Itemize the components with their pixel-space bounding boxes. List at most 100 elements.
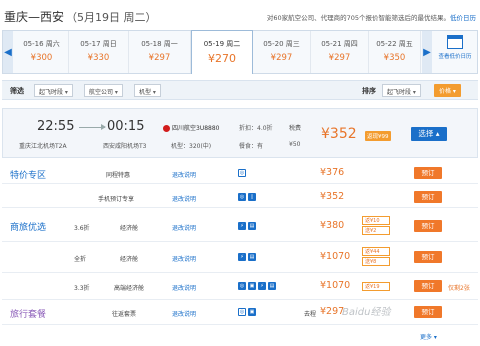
- row-price: ¥380: [320, 220, 345, 231]
- row-price: ¥1070: [320, 251, 351, 262]
- select-button[interactable]: 选择 ▴: [411, 127, 447, 141]
- service-icons: ◎: [238, 168, 248, 177]
- calendar-button[interactable]: 查看低价日历: [433, 31, 477, 73]
- refund-rules-link[interactable]: 退改说明: [172, 194, 196, 203]
- table-row: 特价专区 同程特惠 退改说明 ◎ ¥376 预订: [2, 162, 478, 184]
- refund-rules-link[interactable]: 退改说明: [172, 283, 196, 292]
- low-price-calendar-link[interactable]: 低价日历: [450, 14, 476, 22]
- date-tab[interactable]: 05-22 周五 ¥350: [369, 31, 421, 73]
- flight-summary: 22:55 00:15 重庆江北机场T2A 西安咸阳机场T3 四川航空3U888…: [2, 108, 478, 158]
- invoice-icon: ▤: [268, 282, 276, 290]
- lowest-price: ¥352: [321, 126, 357, 142]
- cashback-tags: 返¥10 送¥2: [362, 216, 390, 236]
- invoice-icon: ▤: [248, 253, 256, 261]
- ticket-icon: ◎: [238, 193, 246, 201]
- refund-rules-link[interactable]: 退改说明: [172, 254, 196, 263]
- bolt-icon: ⚡: [258, 282, 266, 290]
- date-tab-selected[interactable]: 05-19 周二 ¥270: [191, 30, 253, 74]
- date-tab[interactable]: 05-21 周四 ¥297: [311, 31, 369, 73]
- prev-dates-arrow-icon[interactable]: ◀: [3, 31, 13, 73]
- cashback-tags: 返¥44 送¥8: [362, 247, 390, 267]
- sort-label: 排序: [362, 87, 376, 95]
- sort-dropdown[interactable]: 起飞时段: [382, 84, 421, 97]
- refund-rules-link[interactable]: 退改说明: [172, 170, 196, 179]
- insurance-icon: ◎: [238, 169, 246, 177]
- table-row: 全折 经济舱 退改说明 ⚡ ▤ ¥1070 返¥44 送¥8 预订: [2, 243, 478, 273]
- service-icons: ◎ ▣: [238, 307, 258, 316]
- book-button[interactable]: 预订: [414, 251, 442, 263]
- airline-name: 四川航空3U8880: [163, 123, 219, 132]
- date-tab[interactable]: 05-16 周六 ¥300: [15, 31, 69, 73]
- tax-label: 税费: [289, 125, 302, 132]
- aircraft-type-link[interactable]: 机型：320(中): [171, 141, 211, 150]
- depart-time-dropdown[interactable]: 起飞时段: [34, 84, 73, 97]
- row-price: ¥352: [320, 191, 345, 202]
- route-date: （5月19日 周二）: [66, 11, 157, 24]
- row-price: ¥376: [320, 167, 345, 178]
- route-title: 重庆—西安: [4, 10, 65, 24]
- service-icons: ◎ ▯: [238, 192, 258, 201]
- filter-bar: 筛选 起飞时段 航空公司 机型 排序 起飞时段 价格 ▾: [2, 80, 478, 100]
- business-zone-title: 商旅优选: [10, 223, 47, 233]
- invoice-icon: ▤: [248, 222, 256, 230]
- departure-airport: 重庆江北机场T2A: [19, 143, 67, 150]
- sichuan-airlines-logo-icon: [163, 125, 170, 132]
- discount-value: 折扣：4.0折: [239, 125, 273, 132]
- discount: 全折: [74, 256, 87, 263]
- more-link[interactable]: 更多 ▾: [420, 332, 437, 341]
- cabin-class: 经济舱: [120, 256, 139, 263]
- refund-rules-link[interactable]: 退改说明: [172, 223, 196, 232]
- arrival-airport: 西安咸阳机场T3: [103, 143, 147, 150]
- ticket-icon: ▣: [248, 282, 256, 290]
- date-tab[interactable]: 05-18 周一 ¥297: [129, 31, 191, 73]
- service-icons: ◎ ▣ ⚡ ▤: [238, 281, 278, 290]
- date-tab[interactable]: 05-20 周三 ¥297: [253, 31, 311, 73]
- header-note: 对60家航空公司、代理商的705个报价智能筛选后的最优结果。低价日历: [266, 14, 476, 22]
- cabin-class: 经济舱: [120, 225, 139, 232]
- book-button[interactable]: 预订: [414, 306, 442, 318]
- table-row: 旅行套餐 往返套票 退改说明 ◎ ▣ 去程 ¥297 预订: [2, 301, 478, 325]
- special-zone-title: 特价专区: [10, 171, 47, 181]
- travel-package-title: 旅行套餐: [10, 310, 47, 320]
- book-button[interactable]: 预订: [414, 280, 442, 292]
- airline-dropdown[interactable]: 航空公司: [84, 84, 123, 97]
- service-icons: ⚡ ▤: [238, 252, 258, 261]
- seats-left-label: 仅剩2张: [448, 285, 470, 292]
- bolt-icon: ⚡: [238, 222, 246, 230]
- cashback-badge: 返现¥99: [365, 131, 391, 141]
- table-row: 3.3折 高端经济舱 退改说明 ◎ ▣ ⚡ ▤ ¥1070 返¥19 预订 仅剩2张: [2, 274, 478, 300]
- bolt-icon: ⚡: [238, 253, 246, 261]
- meal-info: 餐食：有: [239, 143, 264, 150]
- discount: 3.3折: [74, 285, 90, 292]
- insurance-icon: ◎: [238, 308, 246, 316]
- flight-arrow-icon: [79, 124, 106, 130]
- book-button[interactable]: 预订: [414, 220, 442, 232]
- product-name: 手机预订专享: [98, 196, 135, 203]
- departure-time: 22:55: [37, 119, 75, 134]
- row-price: ¥297: [320, 306, 345, 317]
- date-selector-bar: ◀ 05-16 周六 ¥300 05-17 周日 ¥330 05-18 周一 ¥297…: [2, 30, 478, 74]
- arrival-time: 00:15: [107, 119, 145, 134]
- book-button[interactable]: 预订: [414, 191, 442, 203]
- outbound-label: 去程: [304, 311, 317, 318]
- book-button[interactable]: 预订: [414, 167, 442, 179]
- aircraft-dropdown[interactable]: 机型: [134, 84, 161, 97]
- next-dates-arrow-icon[interactable]: ▶: [422, 31, 432, 73]
- table-row: 手机预订专享 退改说明 ◎ ▯ ¥352 预订: [2, 186, 478, 208]
- mobile-icon: ▯: [248, 193, 256, 201]
- sort-price-button[interactable]: 价格 ▾: [434, 84, 461, 97]
- watermark: Baidu经验: [342, 307, 391, 318]
- calendar-icon: [447, 35, 463, 49]
- service-icons: ⚡ ▤: [238, 221, 258, 230]
- row-price: ¥1070: [320, 280, 351, 291]
- table-row: 商旅优选 3.6折 经济舱 退改说明 ⚡ ▤ ¥380 返¥10 送¥2 预订: [2, 212, 478, 242]
- date-tab[interactable]: 05-17 周日 ¥330: [69, 31, 129, 73]
- cabin-class: 高端经济舱: [114, 285, 145, 292]
- cashback-tags: 返¥19: [362, 282, 390, 292]
- tax-value: ¥50: [289, 141, 301, 148]
- product-name: 同程特惠: [106, 172, 131, 179]
- product-name: 往返套票: [112, 311, 137, 318]
- filter-label: 筛选: [10, 87, 24, 95]
- ticket-icon: ▣: [248, 308, 256, 316]
- refund-rules-link[interactable]: 退改说明: [172, 309, 196, 318]
